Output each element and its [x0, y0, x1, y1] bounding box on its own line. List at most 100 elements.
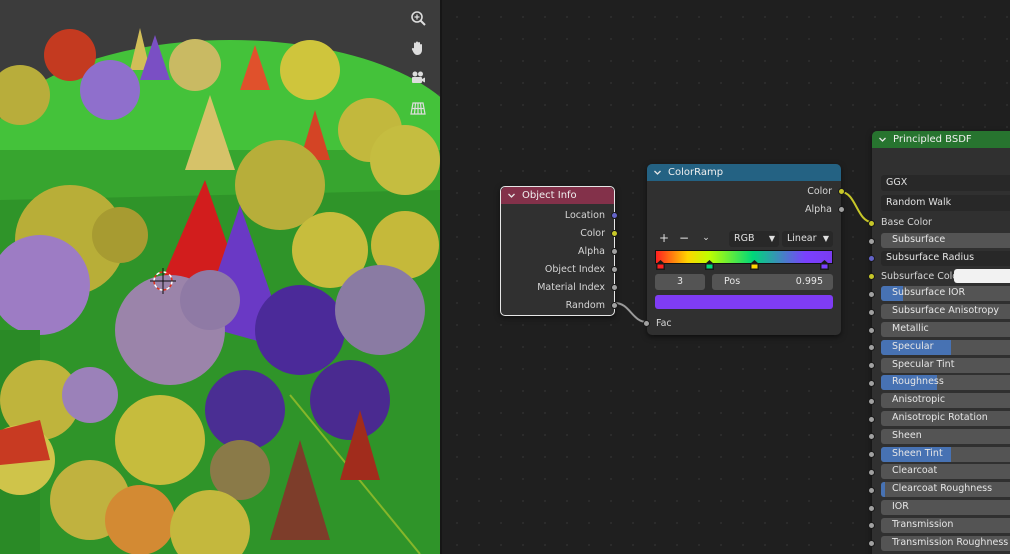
anisotropic-field[interactable]: Anisotropic	[881, 393, 1010, 409]
anisotropic-socket[interactable]	[868, 397, 875, 405]
color-ramp-header[interactable]: ColorRamp	[647, 164, 841, 181]
clearcoat-roughness-socket[interactable]	[868, 486, 875, 494]
shader-node-editor[interactable]: Object Info Location Color Alpha Object Ind…	[442, 0, 1010, 554]
location-output: Location	[501, 206, 618, 224]
color-ramp-node[interactable]: ColorRamp Color Alpha + − ⌄ RGB ▼ Linear …	[643, 164, 845, 335]
socket-label: Material Index	[537, 281, 605, 293]
subsurface-color-swatch[interactable]	[954, 268, 1010, 283]
alpha-output-socket[interactable]	[838, 205, 845, 213]
subsurface-field[interactable]: Subsurface	[881, 233, 1010, 248]
anisotropic-rotation-field[interactable]: Anisotropic Rotation	[881, 411, 1010, 426]
transmission-roughness-socket[interactable]	[868, 540, 875, 548]
random-output-socket[interactable]	[611, 301, 618, 309]
object-index-output: Object Index	[501, 260, 618, 278]
transmission-roughness-field[interactable]: Transmission Roughness	[881, 535, 1010, 551]
distribution-select[interactable]: GGX	[881, 175, 1010, 191]
sheen-tint-socket[interactable]	[868, 451, 875, 459]
zoom-icon[interactable]	[405, 5, 431, 31]
sheen-tint-field[interactable]: Sheen Tint	[881, 446, 1010, 462]
principled-bsdf-node[interactable]: Principled BSDF GGX Random Walk Base Col…	[868, 131, 1010, 554]
color-output: Color	[647, 182, 845, 200]
object-index-output-socket[interactable]	[611, 265, 618, 273]
color-stop-handle[interactable]	[820, 260, 829, 270]
subsurface-anisotropy-field[interactable]: Subsurface Anisotropy	[881, 304, 1010, 320]
ior-socket[interactable]	[868, 504, 875, 512]
clearcoat-socket[interactable]	[868, 468, 875, 476]
principled-bsdf-header[interactable]: Principled BSDF	[872, 131, 1010, 148]
transmission-socket[interactable]	[868, 522, 875, 530]
grid-perspective-icon[interactable]	[405, 95, 431, 121]
anisotropic-rotation-socket[interactable]	[868, 415, 875, 423]
subsurface-radius-field[interactable]: Subsurface Radius	[881, 250, 1010, 266]
location-output-socket[interactable]	[611, 211, 618, 219]
socket-label: Subsurface	[892, 234, 946, 245]
pan-hand-icon[interactable]	[405, 35, 431, 61]
stop-position-field[interactable]: Pos 0.995	[712, 274, 833, 290]
ior-field[interactable]: IOR	[881, 500, 1010, 515]
color-mode-select[interactable]: RGB ▼	[729, 231, 779, 247]
fac-input-socket[interactable]	[643, 319, 650, 327]
sheen-field[interactable]: Sheen	[881, 428, 1010, 444]
sheen-socket[interactable]	[868, 433, 875, 441]
stop-color-swatch[interactable]	[655, 295, 833, 309]
viewport-navigation	[405, 5, 433, 125]
socket-label: Location	[564, 209, 605, 221]
socket-label: Specular Tint	[892, 358, 955, 370]
specular-tint-socket[interactable]	[868, 362, 875, 370]
subsurface-method-select[interactable]: Random Walk	[881, 195, 1010, 211]
color-stop-handle[interactable]	[750, 260, 759, 270]
clearcoat-roughness-field[interactable]: Clearcoat Roughness	[881, 482, 1010, 498]
chevron-down-icon: ▼	[768, 234, 775, 243]
chevron-down-icon[interactable]	[653, 168, 662, 177]
alpha-output-socket[interactable]	[611, 247, 618, 255]
socket-label: IOR	[892, 501, 909, 512]
roughness-socket[interactable]	[868, 379, 875, 387]
transmission-field[interactable]: Transmission	[881, 517, 1010, 533]
subsurface-ior-field[interactable]: Subsurface IOR	[881, 286, 1010, 302]
camera-icon[interactable]	[405, 65, 431, 91]
color-ramp-gradient[interactable]	[655, 250, 833, 264]
specular-field[interactable]: Specular	[881, 339, 1010, 355]
socket-label: Clearcoat	[892, 465, 938, 477]
clearcoat-input: Clearcoat	[868, 463, 1010, 481]
distribution-value: GGX	[886, 177, 908, 188]
socket-label: Alpha	[804, 203, 832, 215]
socket-label: Anisotropic	[892, 394, 946, 406]
chevron-down-icon[interactable]	[507, 191, 516, 200]
3d-viewport[interactable]	[0, 0, 440, 554]
alpha-output: Alpha	[501, 242, 618, 260]
socket-label: Object Index	[544, 263, 605, 275]
ramp-menu-button[interactable]: ⌄	[697, 231, 715, 247]
color-stop-handle[interactable]	[656, 260, 665, 270]
subsurface-radius-socket[interactable]	[868, 255, 875, 263]
roughness-field[interactable]: Roughness	[881, 375, 1010, 391]
socket-label: Random	[565, 299, 605, 311]
object-info-node[interactable]: Object Info Location Color Alpha Object Ind…	[500, 186, 618, 316]
chevron-down-icon[interactable]	[878, 135, 887, 144]
remove-stop-button[interactable]: −	[675, 231, 693, 247]
base-color-socket[interactable]	[868, 219, 875, 227]
object-info-header[interactable]: Object Info	[501, 187, 614, 204]
subsurface-colo-socket[interactable]	[868, 273, 875, 281]
add-stop-button[interactable]: +	[655, 231, 673, 247]
color-stop-handle[interactable]	[705, 260, 714, 270]
subsurface-socket[interactable]	[868, 237, 875, 245]
pos-label: Pos	[724, 276, 741, 287]
active-stop-index-field[interactable]: 3	[655, 274, 705, 290]
material-index-output-socket[interactable]	[611, 283, 618, 291]
color-output-socket[interactable]	[611, 229, 618, 237]
socket-label: Anisotropic Rotation	[892, 412, 988, 423]
socket-label: Specular	[892, 340, 934, 352]
clearcoat-field[interactable]: Clearcoat	[881, 464, 1010, 480]
socket-label: Subsurface Radius	[886, 251, 975, 263]
specular-tint-field[interactable]: Specular Tint	[881, 357, 1010, 373]
color-output-socket[interactable]	[838, 187, 845, 195]
specular-socket[interactable]	[868, 344, 875, 352]
subsurface-ior-socket[interactable]	[868, 290, 875, 298]
subsurface-anisotropy-socket[interactable]	[868, 308, 875, 316]
interpolation-select[interactable]: Linear ▼	[782, 231, 833, 247]
specular-input: Specular	[868, 339, 1010, 357]
metallic-field[interactable]: Metallic	[881, 322, 1010, 337]
interpolation-value: Linear	[787, 233, 817, 244]
metallic-socket[interactable]	[868, 326, 875, 334]
